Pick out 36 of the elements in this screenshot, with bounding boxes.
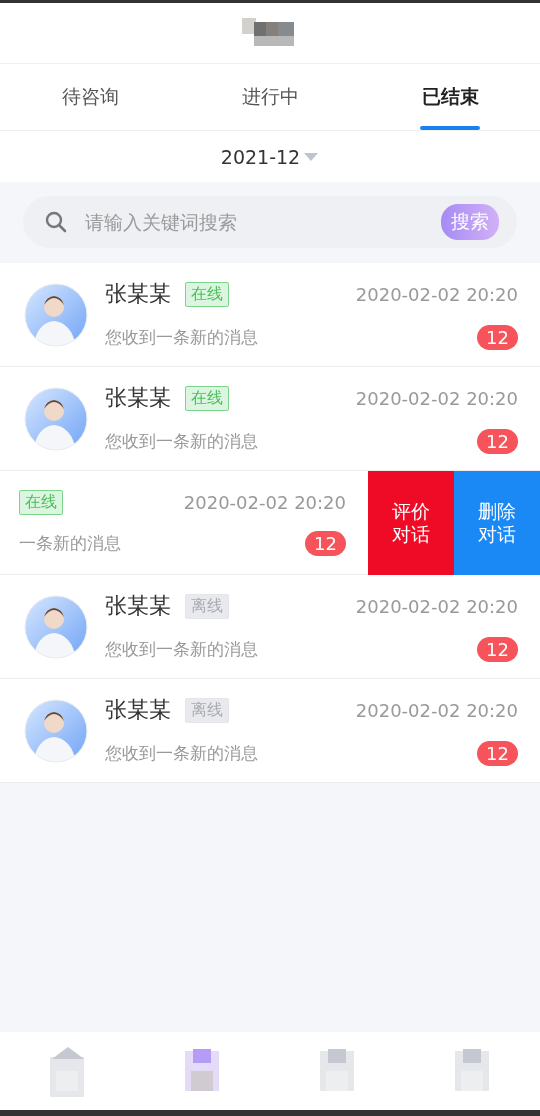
- unread-count: 12: [477, 637, 518, 662]
- conversation-item[interactable]: 张某某 在线 2020-02-02 20:20 您收到一条新的消息 12: [0, 367, 540, 471]
- conversation-item[interactable]: 张某某 离线 2020-02-02 20:20 您收到一条新的消息 12: [0, 575, 540, 679]
- message-preview: 您收到一条新的消息: [105, 638, 258, 661]
- timestamp: 2020-02-02 20:20: [355, 595, 518, 617]
- status-tag: 在线: [185, 281, 229, 307]
- status-tag: 在线: [19, 489, 63, 515]
- status-tag: 离线: [185, 593, 229, 619]
- conversation-item[interactable]: 张某某 离线 2020-02-02 20:20 您收到一条新的消息 12: [0, 679, 540, 783]
- unread-count: 12: [477, 429, 518, 454]
- search-icon: [45, 211, 67, 233]
- message-preview: 您收到一条新的消息: [105, 326, 258, 349]
- status-tag: 在线: [185, 385, 229, 411]
- unread-count: 12: [305, 530, 346, 556]
- contact-name: 张某某: [105, 696, 171, 724]
- status-tag: 离线: [185, 697, 229, 723]
- message-preview: 一条新的消息: [19, 531, 121, 555]
- unread-count: 12: [477, 325, 518, 350]
- tab[interactable]: 待咨询: [0, 64, 180, 130]
- rate-button[interactable]: 评价对话: [368, 471, 454, 575]
- message-preview: 您收到一条新的消息: [105, 742, 258, 765]
- timestamp: 2020-02-02 20:20: [355, 699, 518, 721]
- tab[interactable]: 已结束: [360, 64, 540, 130]
- caret-icon: [303, 151, 320, 162]
- month-picker[interactable]: 2021-12: [220, 145, 320, 168]
- tab[interactable]: 进行中: [180, 64, 360, 130]
- unread-count: 12: [477, 741, 518, 766]
- conversation-item[interactable]: 张某某 在线 2020-02-02 20:20 您收到一条新的消息 12: [0, 263, 540, 367]
- timestamp: 2020-02-02 20:20: [183, 491, 346, 513]
- delete-button[interactable]: 删除对话: [454, 471, 540, 575]
- timestamp: 2020-02-02 20:20: [355, 283, 518, 305]
- contact-name: 张某某: [105, 592, 171, 620]
- message-preview: 您收到一条新的消息: [105, 430, 258, 453]
- contact-name: 张某某: [105, 280, 171, 308]
- timestamp: 2020-02-02 20:20: [355, 387, 518, 409]
- contact-name: 张某某: [105, 384, 171, 412]
